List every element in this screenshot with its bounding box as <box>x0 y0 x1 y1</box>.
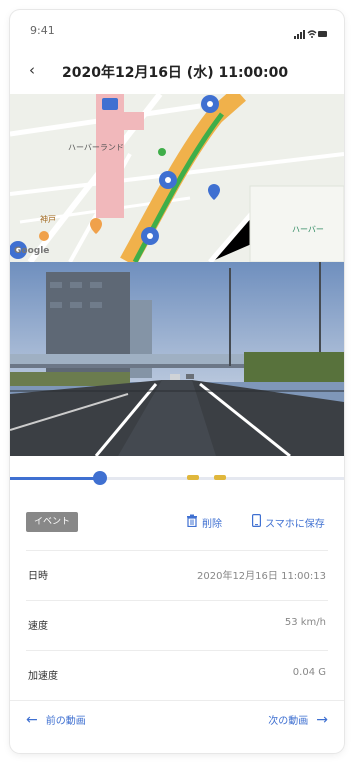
save-to-phone-label: スマホに保存 <box>265 518 325 530</box>
map-view[interactable]: ハーバーランド 神戸 ハーバー Google <box>10 94 344 262</box>
info-row-datetime: 日時 2020年12月16日 11:00:13 <box>26 550 328 595</box>
status-icons <box>294 24 328 43</box>
previous-video-button[interactable]: ← 前の動画 <box>26 711 86 728</box>
info-row-speed: 速度 53 km/h <box>26 600 328 645</box>
info-label: 日時 <box>28 571 48 582</box>
next-video-label: 次の動画 <box>268 716 309 727</box>
event-marker <box>187 475 200 480</box>
playback-progress-fill <box>10 477 101 480</box>
google-logo: Google <box>14 246 50 256</box>
delete-button-label: 削除 <box>202 518 222 530</box>
signal-wifi-battery-icon <box>294 30 327 39</box>
delete-button[interactable]: 削除 <box>186 511 222 533</box>
map-label-harbor: ハーバーランド <box>68 143 124 152</box>
trash-icon <box>186 514 198 530</box>
page-title: 2020年12月16日 (水) 11:00:00 <box>62 65 289 81</box>
map-label-kobe: 神戸 <box>40 215 56 224</box>
back-button[interactable]: ‹ <box>22 58 42 82</box>
header: ‹ 2020年12月16日 (水) 11:00:00 <box>10 54 344 86</box>
map-canvas <box>10 94 344 262</box>
event-badge: イベント <box>26 512 79 532</box>
info-row-acceleration: 加速度 0.04 G <box>26 650 328 695</box>
video-player[interactable] <box>10 262 344 456</box>
event-marker <box>213 475 226 480</box>
previous-video-label: 前の動画 <box>45 716 86 727</box>
info-value: 2020年12月16日 11:00:13 <box>197 571 326 582</box>
playback-progress-bar[interactable] <box>10 471 344 485</box>
next-video-button[interactable]: 次の動画 → <box>268 711 328 728</box>
map-label-harbor-right: ハーバー <box>292 225 324 234</box>
info-value: 53 km/h <box>284 617 326 628</box>
chevron-left-icon: ‹ <box>29 61 35 79</box>
video-frame <box>10 262 344 456</box>
playback-scrub-handle[interactable] <box>93 471 108 485</box>
status-bar: 9:41 <box>10 10 344 46</box>
status-time: 9:41 <box>30 24 55 37</box>
save-to-phone-button[interactable]: スマホに保存 <box>252 511 325 533</box>
smartphone-icon <box>252 514 262 530</box>
arrow-left-icon: ← <box>26 711 38 728</box>
info-label: 加速度 <box>28 671 58 682</box>
info-value: 0.04 G <box>292 667 326 678</box>
video-actions: イベント 削除 スマホに保存 <box>10 504 344 538</box>
phone-screen: 9:41 ‹ 2020年12月16日 (水) 11:00:00 ハーバーランド … <box>10 10 344 753</box>
video-navigation: ← 前の動画 次の動画 → <box>10 700 344 737</box>
info-label: 速度 <box>28 621 48 632</box>
arrow-right-icon: → <box>316 711 328 728</box>
